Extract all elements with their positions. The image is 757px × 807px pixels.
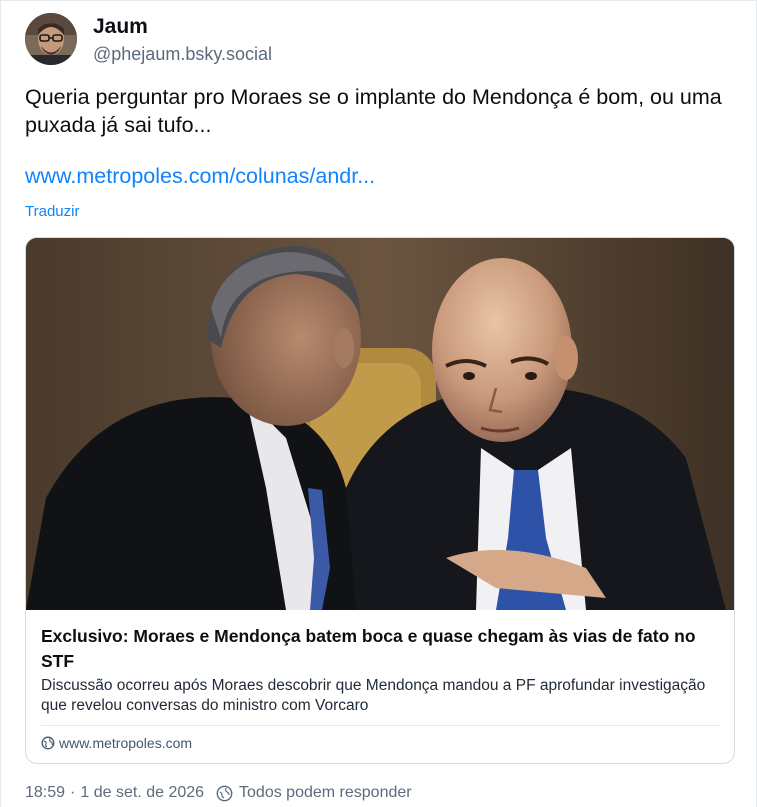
- post-container: Jaum @phejaum.bsky.social Queria pergunt…: [0, 0, 757, 807]
- reply-settings[interactable]: Todos podem responder: [216, 784, 412, 802]
- reply-setting-label: Todos podem responder: [239, 784, 412, 801]
- link-preview-domain: www.metropoles.com: [59, 735, 193, 751]
- link-preview-description: Discussão ocorreu após Moraes descobrir …: [41, 677, 706, 714]
- link-preview-card[interactable]: Exclusivo: Moraes e Mendonça batem boca …: [25, 237, 735, 764]
- link-preview-title: Exclusivo: Moraes e Mendonça batem boca …: [41, 626, 696, 671]
- card-divider: [41, 725, 721, 726]
- reply-permissions-icon: [216, 785, 233, 801]
- author-name[interactable]: Jaum: [93, 15, 148, 39]
- avatar-image: [25, 13, 77, 65]
- link-preview-image: [26, 238, 734, 610]
- post-text: Queria perguntar pro Moraes se o implant…: [25, 85, 722, 137]
- post-time[interactable]: 18:59: [25, 784, 65, 802]
- translate-button[interactable]: Traduzir: [25, 203, 79, 220]
- link-preview-domain-row: www.metropoles.com: [41, 735, 192, 751]
- author-handle[interactable]: @phejaum.bsky.social: [93, 44, 272, 65]
- meta-separator: ·: [70, 784, 76, 801]
- post-date[interactable]: 1 de set. de 2026: [80, 784, 204, 802]
- globe-icon: [41, 736, 55, 750]
- post-meta: 18:59 · 1 de set. de 2026 Todos podem re…: [25, 784, 412, 802]
- post-link[interactable]: www.metropoles.com/colunas/andr...: [25, 164, 375, 189]
- avatar[interactable]: [25, 13, 77, 65]
